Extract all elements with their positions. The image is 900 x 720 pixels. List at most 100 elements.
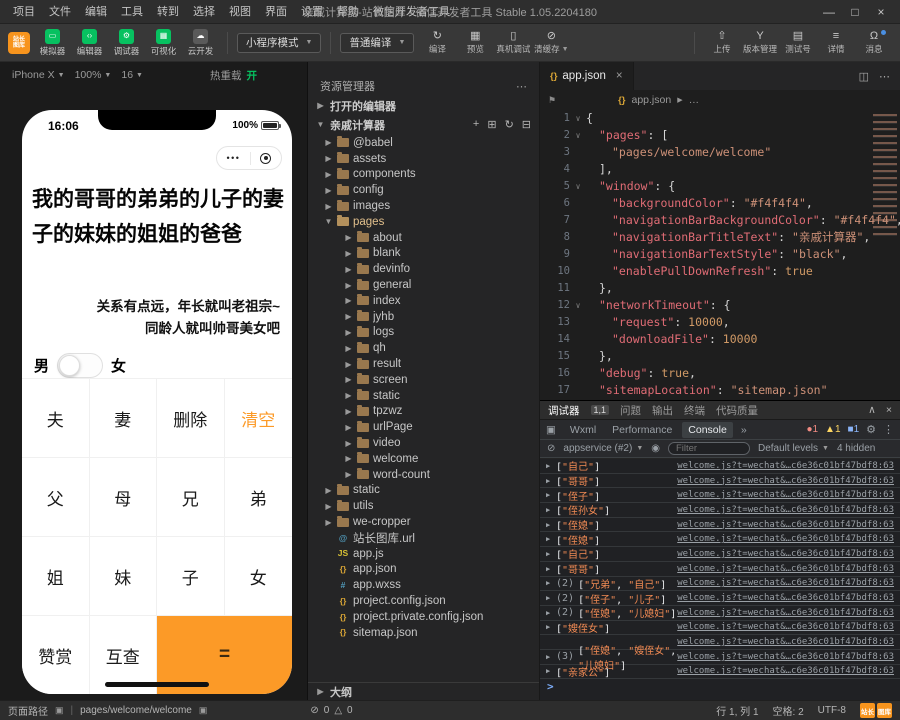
panel-tab-代码质量[interactable]: 代码质量 (716, 403, 758, 418)
log-source-link[interactable]: welcome.js?t=wechat&…c6e36c01bf47bdf8:63 (677, 578, 894, 588)
tree-item-logs[interactable]: ▶logs (308, 325, 539, 341)
expand-caret-icon[interactable]: ▶ (546, 521, 556, 529)
collapse-all-icon[interactable]: ⊟ (522, 118, 531, 131)
breadcrumb-path[interactable]: {} app.json ▶ … (618, 94, 699, 106)
new-file-icon[interactable]: + (473, 118, 479, 131)
eye-icon[interactable]: ◉ (651, 443, 660, 454)
expand-caret-icon[interactable]: ▶ (546, 609, 556, 617)
file-encoding[interactable]: UTF-8 (818, 705, 846, 716)
maximize-button[interactable]: □ (842, 0, 868, 24)
split-editor-icon[interactable]: ◫ (859, 70, 869, 83)
close-tab-icon[interactable]: × (616, 70, 623, 82)
log-source-link[interactable]: welcome.js?t=wechat&…c6e36c01bf47bdf8:63 (677, 520, 894, 530)
console-log-row[interactable]: ▶["自己"]welcome.js?t=wechat&…c6e36c01bf47… (540, 459, 900, 474)
console-tab-Wxml[interactable]: Wxml (564, 422, 602, 438)
tree-item-jyhb[interactable]: ▶jyhb (308, 309, 539, 325)
outline-section[interactable]: ▶ 大纲 (308, 682, 539, 700)
toolbar-清缓存-button[interactable]: ⊘清缓存▼ (533, 30, 569, 55)
tree-item-app.wxss[interactable]: #app.wxss (308, 577, 539, 593)
settings-icon[interactable]: ⚙ (866, 423, 876, 436)
expand-caret-icon[interactable]: ▶ (546, 535, 556, 543)
toolbar-版本管理-button[interactable]: Y版本管理 (742, 30, 778, 55)
more-actions-icon[interactable]: ⋯ (516, 80, 527, 93)
console-log-row[interactable]: ▶(2)["兄弟", "自己"]welcome.js?t=wechat&…c6e… (540, 577, 900, 592)
tree-item-devinfo[interactable]: ▶devinfo (308, 261, 539, 277)
expand-caret-icon[interactable]: ▶ (546, 667, 556, 675)
toolbar-编辑器-button[interactable]: ‹›编辑器 (72, 29, 107, 57)
code-line[interactable]: 15}, (540, 348, 900, 365)
fold-icon[interactable]: ∨ (570, 178, 586, 195)
tree-item-static[interactable]: ▶static (308, 483, 539, 499)
new-folder-icon[interactable]: ⊞ (487, 118, 496, 131)
console-tab-Performance[interactable]: Performance (606, 422, 678, 438)
gender-toggle[interactable] (57, 353, 103, 378)
log-source-link[interactable]: welcome.js?t=wechat&…c6e36c01bf47bdf8:63 (677, 637, 894, 647)
toolbar-测试号-button[interactable]: ▤测试号 (780, 30, 816, 55)
filter-input[interactable] (668, 442, 750, 455)
tree-item-@babel[interactable]: ▶@babel (308, 135, 539, 151)
expand-caret-icon[interactable]: ▶ (546, 565, 556, 573)
tree-item-sitemap.json[interactable]: {}sitemap.json (308, 625, 539, 641)
close-minimize-button[interactable] (260, 153, 271, 164)
close-panel-icon[interactable]: × (886, 404, 892, 416)
expand-caret-icon[interactable]: ▶ (546, 506, 556, 514)
bookmark-icon[interactable]: ⚑ (548, 95, 556, 106)
expand-panel-icon[interactable]: ∧ (868, 404, 876, 416)
expand-caret-icon[interactable]: ▶ (546, 550, 556, 558)
panel-tab-问题[interactable]: 问题 (620, 403, 641, 418)
toolbar-预览-button[interactable]: ▦预览 (457, 30, 493, 55)
expand-caret-icon[interactable]: ▶ (546, 462, 556, 470)
expand-caret-icon[interactable]: ▶ (546, 623, 556, 631)
log-source-link[interactable]: welcome.js?t=wechat&…c6e36c01bf47bdf8:63 (677, 549, 894, 559)
menu-item[interactable]: 界面 (258, 0, 294, 24)
console-tab-Console[interactable]: Console (682, 422, 733, 438)
panel-tab-调试器[interactable]: 调试器 (548, 403, 580, 418)
expand-caret-icon[interactable]: ▶ (546, 477, 556, 485)
tree-item-tpzwz[interactable]: ▶tpzwz (308, 404, 539, 420)
copy-icon[interactable]: ▣ (55, 705, 64, 716)
more-menu-button[interactable]: ••• (227, 154, 241, 163)
tree-item-blank[interactable]: ▶blank (308, 246, 539, 262)
tree-item-general[interactable]: ▶general (308, 277, 539, 293)
tree-item-app.json[interactable]: {}app.json (308, 562, 539, 578)
tree-item-about[interactable]: ▶about (308, 230, 539, 246)
console-log-row[interactable]: ▶["哥哥"]welcome.js?t=wechat&…c6e36c01bf47… (540, 562, 900, 577)
current-page-path[interactable]: pages/welcome/welcome (80, 705, 192, 716)
code-line[interactable]: 8"navigationBarTitleText": "亲戚计算器", (540, 229, 900, 246)
toolbar-详情-button[interactable]: ≡详情 (818, 30, 854, 55)
console-log-row[interactable]: ▶["嫂侄女"]welcome.js?t=wechat&…c6e36c01bf4… (540, 621, 900, 636)
tree-item-urlPage[interactable]: ▶urlPage (308, 419, 539, 435)
log-source-link[interactable]: welcome.js?t=wechat&…c6e36c01bf47bdf8:63 (677, 490, 894, 500)
code-line[interactable]: 14"downloadFile": 10000 (540, 331, 900, 348)
code-line[interactable]: 9"navigationBarTextStyle": "black", (540, 246, 900, 263)
cursor-position[interactable]: 行 1, 列 1 (716, 703, 758, 718)
panel-tab-输出[interactable]: 输出 (652, 403, 673, 418)
more-tabs-icon[interactable]: » (741, 424, 747, 436)
tree-item-word-count[interactable]: ▶word-count (308, 467, 539, 483)
fold-icon[interactable]: ∨ (570, 127, 586, 144)
console-prompt[interactable]: > (540, 679, 900, 694)
error-count[interactable]: ●1 (806, 424, 818, 435)
menu-item[interactable]: 视图 (222, 0, 258, 24)
key-女[interactable]: 女 (225, 536, 293, 615)
key-姐[interactable]: 姐 (22, 536, 90, 615)
warning-count[interactable]: ▲1 (825, 424, 840, 435)
menu-item[interactable]: 文件 (42, 0, 78, 24)
expand-caret-icon[interactable]: ▶ (546, 653, 556, 661)
key-母[interactable]: 母 (90, 457, 158, 536)
tree-item-result[interactable]: ▶result (308, 356, 539, 372)
compile-mode-select[interactable]: 普通编译 ▼ (340, 33, 414, 53)
toolbar-调试器-button[interactable]: ⚙调试器 (109, 29, 144, 57)
clear-console-icon[interactable]: ⊘ (547, 443, 555, 454)
console-log-row[interactable]: ▶["自己"]welcome.js?t=wechat&…c6e36c01bf47… (540, 547, 900, 562)
toolbar-真机调试-button[interactable]: ▯真机调试 (495, 30, 531, 55)
tree-item-we-cropper[interactable]: ▶we-cropper (308, 514, 539, 530)
toolbar-消息-button[interactable]: Ω消息 (856, 30, 892, 55)
tree-item-qh[interactable]: ▶qh (308, 340, 539, 356)
tree-item-index[interactable]: ▶index (308, 293, 539, 309)
key-夫[interactable]: 夫 (22, 378, 90, 457)
log-source-link[interactable]: welcome.js?t=wechat&…c6e36c01bf47bdf8:63 (677, 476, 894, 486)
indent-setting[interactable]: 空格: 2 (773, 703, 804, 718)
device-select[interactable]: iPhone X▼ (12, 69, 65, 81)
tree-item-assets[interactable]: ▶assets (308, 151, 539, 167)
